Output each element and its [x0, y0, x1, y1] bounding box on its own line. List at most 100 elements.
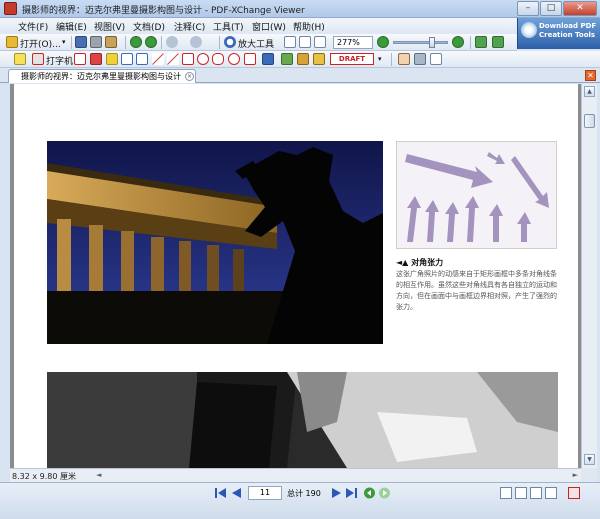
pencil-icon[interactable]: [281, 53, 293, 65]
line-icon[interactable]: [167, 53, 179, 65]
menu-file[interactable]: 文件(F): [18, 20, 48, 33]
scroll-up-button[interactable]: ▲: [584, 86, 595, 97]
polygon-icon[interactable]: [212, 53, 224, 65]
app-icon: [4, 2, 17, 15]
polyline-icon[interactable]: [244, 53, 256, 65]
zoom-out-icon[interactable]: [377, 36, 389, 48]
cloud-icon[interactable]: [228, 53, 240, 65]
menu-document[interactable]: 文档(D): [133, 20, 165, 33]
last-page-icon[interactable]: [345, 487, 358, 499]
draft-stamp-button[interactable]: DRAFT: [330, 53, 374, 65]
menu-tools[interactable]: 工具(T): [213, 20, 244, 33]
print-icon[interactable]: [90, 36, 102, 48]
zoom-tool-button[interactable]: 放大工具: [238, 37, 274, 50]
actual-size-icon[interactable]: [284, 36, 296, 48]
menu-bar: 文件(F) 编辑(E) 视图(V) 文档(D) 注释(C) 工具(T) 窗口(W…: [0, 18, 600, 34]
previous-page-icon[interactable]: [230, 487, 243, 499]
next-page-icon[interactable]: [330, 487, 343, 499]
open-button[interactable]: 打开(O)...: [20, 37, 61, 50]
ellipse-icon[interactable]: [197, 53, 209, 65]
first-page-icon[interactable]: [214, 487, 227, 499]
toolbar-separator: [391, 53, 392, 66]
window-controls: – □ ✕: [517, 1, 597, 16]
back-view-icon[interactable]: [363, 487, 376, 499]
scroll-corner: [581, 468, 597, 482]
vertical-scrollbar[interactable]: ▲ ▼: [581, 84, 597, 468]
snapshot-icon[interactable]: [414, 53, 426, 65]
document-viewport[interactable]: ◄▲ 对角张力 这张广角照片的动感来自于矩形画框中多条对角线条的相互作用。虽然这…: [10, 84, 581, 468]
callout-icon[interactable]: [74, 53, 86, 65]
document-tab-bar: 摄影师的视界：迈克尔弗里曼摄影构图与设计 × ✕: [0, 68, 600, 83]
eraser-icon[interactable]: [297, 53, 309, 65]
typewriter-button[interactable]: 打字机: [46, 54, 73, 67]
zoom-level-select[interactable]: 277%: [333, 36, 373, 49]
zoom-slider[interactable]: [393, 41, 448, 44]
underline-icon[interactable]: [121, 53, 133, 65]
scroll-right-button[interactable]: ►: [573, 471, 578, 479]
forward-icon[interactable]: [145, 36, 157, 48]
strikeout-icon[interactable]: [136, 53, 148, 65]
zoom-in-icon[interactable]: [452, 36, 464, 48]
back-icon[interactable]: [130, 36, 142, 48]
fit-page-icon[interactable]: [299, 36, 311, 48]
tab-close-icon[interactable]: ×: [185, 72, 194, 81]
menu-window[interactable]: 窗口(W): [252, 20, 286, 33]
highlight-icon[interactable]: [90, 53, 102, 65]
menu-comment[interactable]: 注释(C): [174, 20, 205, 33]
forward-view-icon[interactable]: [378, 487, 391, 499]
sticky-note-icon[interactable]: [14, 53, 26, 65]
view-options-icon[interactable]: [568, 487, 580, 499]
menu-view[interactable]: 视图(V): [94, 20, 125, 33]
arrow-icon[interactable]: [152, 53, 164, 65]
download-pdf-promo[interactable]: Download PDF Creation Tools: [517, 18, 600, 49]
page-dimensions: 8.32 x 9.80 厘米: [12, 472, 76, 481]
page-number-input[interactable]: 11: [248, 486, 282, 500]
close-button[interactable]: ✕: [563, 1, 597, 16]
open-dropdown-icon[interactable]: ▾: [62, 38, 66, 46]
diagonal-arrows-photo: [396, 141, 557, 249]
zoom-tool-icon[interactable]: [224, 36, 236, 48]
save-icon[interactable]: [75, 36, 87, 48]
maximize-button[interactable]: □: [540, 1, 562, 16]
single-page-view-icon[interactable]: [500, 487, 512, 499]
scroll-left-button[interactable]: ◄: [96, 471, 101, 479]
fit-width-icon[interactable]: [314, 36, 326, 48]
promo-line-1: Download PDF: [539, 22, 597, 30]
building-silhouette-photo: [47, 141, 383, 344]
close-all-tabs-icon[interactable]: ✕: [585, 70, 596, 81]
menu-help[interactable]: 帮助(H): [293, 20, 325, 33]
facing-view-icon[interactable]: [530, 487, 542, 499]
rotate-left-icon[interactable]: [475, 36, 487, 48]
select-text-icon[interactable]: [430, 53, 442, 65]
redo-icon[interactable]: [190, 36, 202, 48]
scroll-down-button[interactable]: ▼: [584, 454, 595, 465]
undo-icon[interactable]: [166, 36, 178, 48]
caption-title: ◄▲ 对角张力: [396, 258, 444, 267]
text-box-icon[interactable]: [32, 53, 44, 65]
text-tool-icon[interactable]: [106, 53, 118, 65]
rectangle-icon[interactable]: [182, 53, 194, 65]
hand-tool-icon[interactable]: [398, 53, 410, 65]
continuous-view-icon[interactable]: [515, 487, 527, 499]
horizontal-scrollbar[interactable]: ◄ ►: [10, 468, 581, 482]
toolbar-separator: [470, 36, 471, 49]
stamp-dropdown-icon[interactable]: ▾: [378, 55, 382, 63]
email-icon[interactable]: [105, 36, 117, 48]
open-folder-icon[interactable]: [6, 36, 18, 48]
toolbar-separator: [219, 36, 220, 49]
menu-edit[interactable]: 编辑(E): [56, 20, 87, 33]
rotate-right-icon[interactable]: [492, 36, 504, 48]
architecture-detail-image: [47, 372, 558, 468]
pin-icon[interactable]: [262, 53, 274, 65]
architecture-detail-photo: [47, 372, 558, 468]
annotation-toolbar: 打字机 DRAFT ▾: [0, 51, 600, 68]
promo-text: Download PDF Creation Tools: [539, 22, 596, 40]
window-title: 摄影师的视界：迈克尔弗里曼摄影构图与设计 - PDF-XChange Viewe…: [22, 6, 305, 16]
vertical-scroll-thumb[interactable]: [584, 114, 595, 128]
minimize-button[interactable]: –: [517, 1, 539, 16]
toolbar-separator: [125, 36, 126, 49]
document-tab[interactable]: 摄影师的视界：迈克尔弗里曼摄影构图与设计 ×: [8, 69, 196, 83]
zoom-slider-knob[interactable]: [429, 37, 436, 48]
stamp-icon[interactable]: [313, 53, 325, 65]
continuous-facing-view-icon[interactable]: [545, 487, 557, 499]
